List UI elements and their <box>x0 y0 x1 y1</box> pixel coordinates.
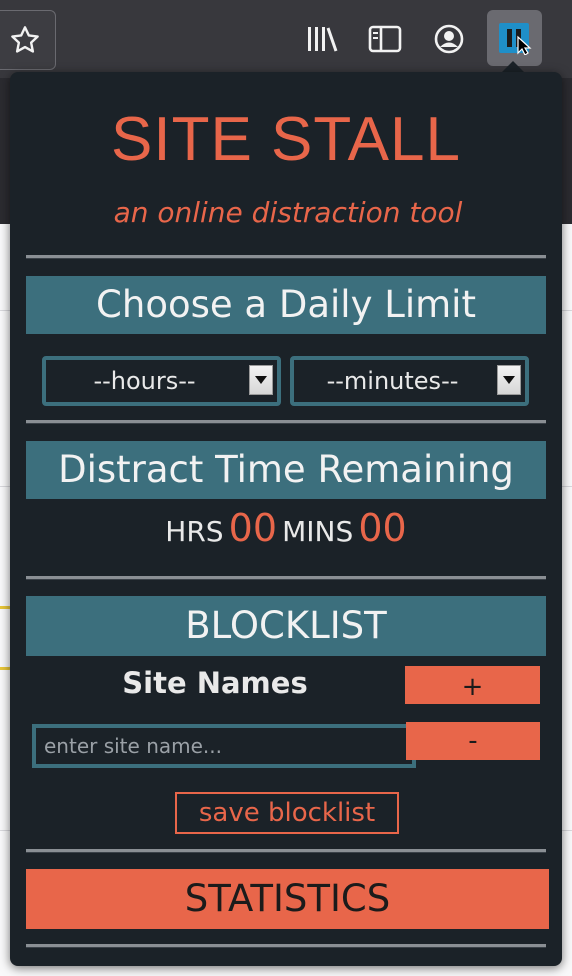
account-button[interactable] <box>422 12 476 66</box>
blocklist-heading: BLOCKLIST <box>26 596 546 656</box>
sidebar-button[interactable] <box>358 12 412 66</box>
minutes-value: 00 <box>358 506 407 550</box>
minutes-label: MINS <box>282 515 354 548</box>
bookmark-star-button[interactable] <box>0 10 56 70</box>
remove-site-button[interactable]: - <box>406 722 540 760</box>
account-icon <box>434 24 464 54</box>
minutes-dropdown-button[interactable] <box>497 365 521 395</box>
hours-value: 00 <box>228 506 278 550</box>
section-divider <box>26 576 546 580</box>
library-icon <box>308 27 338 52</box>
save-blocklist-button[interactable]: save blocklist <box>175 792 399 834</box>
hours-label: HRS <box>165 515 224 548</box>
section-divider <box>26 849 546 853</box>
site-name-input[interactable] <box>32 724 416 768</box>
chevron-down-icon <box>503 376 515 384</box>
section-divider <box>26 255 546 259</box>
app-subtitle: an online distraction tool <box>113 196 463 229</box>
hours-select-value: --hours-- <box>93 367 196 395</box>
section-divider <box>26 944 546 948</box>
hours-select[interactable]: --hours-- <box>42 356 281 406</box>
daily-limit-heading: Choose a Daily Limit <box>26 276 546 334</box>
chevron-down-icon <box>255 376 267 384</box>
star-icon <box>11 26 39 53</box>
minutes-select[interactable]: --minutes-- <box>290 356 529 406</box>
time-remaining-readout: HRS 00 MINS 00 <box>0 506 572 550</box>
statistics-button[interactable]: STATISTICS <box>26 869 549 929</box>
hours-dropdown-button[interactable] <box>249 365 273 395</box>
section-divider <box>26 420 546 424</box>
add-site-button[interactable]: + <box>405 666 540 704</box>
site-names-label: Site Names <box>122 666 308 700</box>
time-remaining-heading: Distract Time Remaining <box>26 441 546 499</box>
minutes-select-value: --minutes-- <box>326 367 459 395</box>
library-button[interactable] <box>296 12 350 66</box>
extension-pause-icon <box>498 23 532 55</box>
site-stall-extension-button[interactable] <box>487 10 542 66</box>
app-title: SITE STALL <box>111 105 461 174</box>
browser-toolbar <box>0 0 572 79</box>
sidebar-icon <box>368 25 402 53</box>
